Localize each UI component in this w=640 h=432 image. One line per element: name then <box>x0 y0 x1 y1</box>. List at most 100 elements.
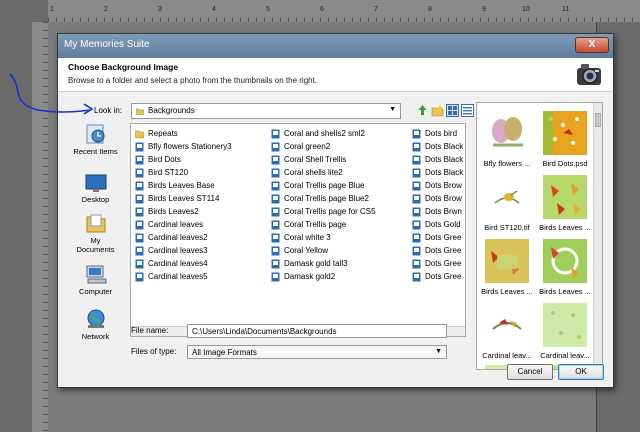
image-file-icon <box>412 259 421 268</box>
list-item[interactable]: Birds Leaves2 <box>135 205 232 218</box>
list-item[interactable]: Dots Brow <box>412 179 463 192</box>
list-item[interactable]: Cardinal leaves <box>135 218 232 231</box>
thumbnail-item[interactable]: Birds Leaves ... <box>539 175 591 232</box>
image-file-icon <box>271 142 280 151</box>
thumbnail-item[interactable]: Birds Leaves ... <box>539 239 591 296</box>
list-item[interactable]: Dots Brow <box>412 192 463 205</box>
list-item[interactable]: Birds Leaves Base <box>135 179 232 192</box>
vertical-scrollbar[interactable] <box>593 103 602 369</box>
list-item[interactable]: Coral Yellow <box>271 244 376 257</box>
image-file-icon <box>271 220 280 229</box>
thumbnail-image <box>485 239 529 283</box>
list-item[interactable]: Coral Trellis page Blue2 <box>271 192 376 205</box>
list-view-icon[interactable] <box>461 104 474 117</box>
place-network[interactable]: Network <box>63 308 128 341</box>
place-computer[interactable]: Computer <box>63 263 128 296</box>
list-item-folder[interactable]: Repeats <box>135 127 232 140</box>
image-file-icon <box>271 207 280 216</box>
new-folder-icon[interactable] <box>431 104 444 117</box>
close-button[interactable]: X <box>575 37 609 53</box>
scrollbar-thumb[interactable] <box>595 113 601 127</box>
list-item[interactable]: Bird Dots <box>135 153 232 166</box>
image-file-icon <box>271 246 280 255</box>
thumbnail-item[interactable]: Cardinal leav... <box>481 303 533 360</box>
thumbnail-image <box>543 111 587 155</box>
ruler-number: 10 <box>522 6 530 13</box>
list-item[interactable]: Cardinal leaves2 <box>135 231 232 244</box>
thumbnail-item[interactable]: Bfly flowers ... <box>481 111 533 168</box>
file-column-1: Repeats Bfly flowers Stationery3 Bird Do… <box>135 127 232 283</box>
image-file-icon <box>135 181 144 190</box>
files-of-type-value: All Image Formats <box>192 348 257 357</box>
dialog-titlebar[interactable]: My Memories Suite X <box>58 34 613 58</box>
file-column-2: Coral and shells2 sml2 Coral green2 Cora… <box>271 127 376 283</box>
list-item[interactable]: Coral Trellis page <box>271 218 376 231</box>
list-item[interactable]: Dots Gree <box>412 244 463 257</box>
list-item[interactable]: Coral white 3 <box>271 231 376 244</box>
list-item[interactable]: Dots Black <box>412 153 463 166</box>
list-item[interactable]: Dots Gree <box>412 231 463 244</box>
folder-icon <box>135 130 144 138</box>
image-file-icon <box>412 181 421 190</box>
thumbnail-item[interactable]: Cardinal leav... <box>539 303 591 360</box>
image-file-icon <box>271 259 280 268</box>
thumbnail-panel[interactable]: Bfly flowers ... Bird Dots.psd Bird ST12… <box>476 102 603 370</box>
top-ruler: 1 2 3 4 5 6 7 8 9 10 11 <box>48 0 640 22</box>
ruler-number: 8 <box>428 6 432 13</box>
list-item[interactable]: Dots Black <box>412 140 463 153</box>
list-item[interactable]: Dots Gold <box>412 218 463 231</box>
ruler-number: 1 <box>50 6 54 13</box>
file-list[interactable]: Repeats Bfly flowers Stationery3 Bird Do… <box>130 123 466 337</box>
list-item[interactable]: Dots bird <box>412 127 463 140</box>
image-file-icon <box>271 155 280 164</box>
list-item[interactable]: Coral Trellis page for CS5 <box>271 205 376 218</box>
files-of-type-dropdown[interactable]: All Image Formats ▼ <box>187 345 447 359</box>
place-label: Network <box>81 332 110 341</box>
list-item[interactable]: Coral Shell Trellis <box>271 153 376 166</box>
choose-background-dialog: My Memories Suite X Choose Background Im… <box>57 33 614 388</box>
place-my-documents[interactable]: My Documents <box>63 212 128 254</box>
image-file-icon <box>412 142 421 151</box>
image-file-icon <box>412 233 421 242</box>
list-item[interactable]: Bfly flowers Stationery3 <box>135 140 232 153</box>
image-file-icon <box>412 207 421 216</box>
ruler-number: 2 <box>104 6 108 13</box>
thumbnail-item[interactable]: Bird Dots.psd <box>539 111 591 168</box>
list-item[interactable]: Bird ST120 <box>135 166 232 179</box>
list-item[interactable]: Cardinal leaves3 <box>135 244 232 257</box>
image-file-icon <box>135 259 144 268</box>
thumbnail-image <box>543 239 587 283</box>
list-item[interactable]: Coral and shells2 sml2 <box>271 127 376 140</box>
file-name-input[interactable]: C:\Users\Linda\Documents\Backgrounds <box>187 324 447 338</box>
image-file-icon <box>135 272 144 281</box>
up-folder-icon[interactable] <box>416 104 429 117</box>
image-file-icon <box>135 194 144 203</box>
list-item[interactable]: Damask gold2 <box>271 270 376 283</box>
image-file-icon <box>412 168 421 177</box>
header-title: Choose Background Image <box>68 62 179 72</box>
ruler-number: 11 <box>562 6 570 13</box>
list-item[interactable]: Coral Trellis page Blue <box>271 179 376 192</box>
thumbnail-view-icon[interactable] <box>446 104 459 117</box>
place-label: Recent Items <box>73 147 118 156</box>
dialog-header: Choose Background Image Browse to a fold… <box>58 58 613 92</box>
ok-button[interactable]: OK <box>558 364 604 380</box>
cancel-button[interactable]: Cancel <box>507 364 553 380</box>
image-file-icon <box>135 246 144 255</box>
list-item[interactable]: Cardinal leaves4 <box>135 257 232 270</box>
list-item[interactable]: Cardinal leaves5 <box>135 270 232 283</box>
list-item[interactable]: Damask gold tall3 <box>271 257 376 270</box>
list-item[interactable]: Dots Gree <box>412 270 463 283</box>
list-item[interactable]: Birds Leaves ST114 <box>135 192 232 205</box>
ruler-number: 7 <box>374 6 378 13</box>
list-item[interactable]: Dots Brwn <box>412 205 463 218</box>
look-in-dropdown[interactable]: Backgrounds ▼ <box>131 103 401 119</box>
list-item[interactable]: Coral green2 <box>271 140 376 153</box>
thumbnail-item[interactable]: Bird ST120.tif <box>481 175 533 232</box>
look-in-value: Backgrounds <box>148 106 195 115</box>
thumbnail-item[interactable]: Birds Leaves ... <box>481 239 533 296</box>
place-desktop[interactable]: Desktop <box>63 173 128 204</box>
list-item[interactable]: Dots Gree <box>412 257 463 270</box>
list-item[interactable]: Dots Black <box>412 166 463 179</box>
list-item[interactable]: Coral shells lite2 <box>271 166 376 179</box>
